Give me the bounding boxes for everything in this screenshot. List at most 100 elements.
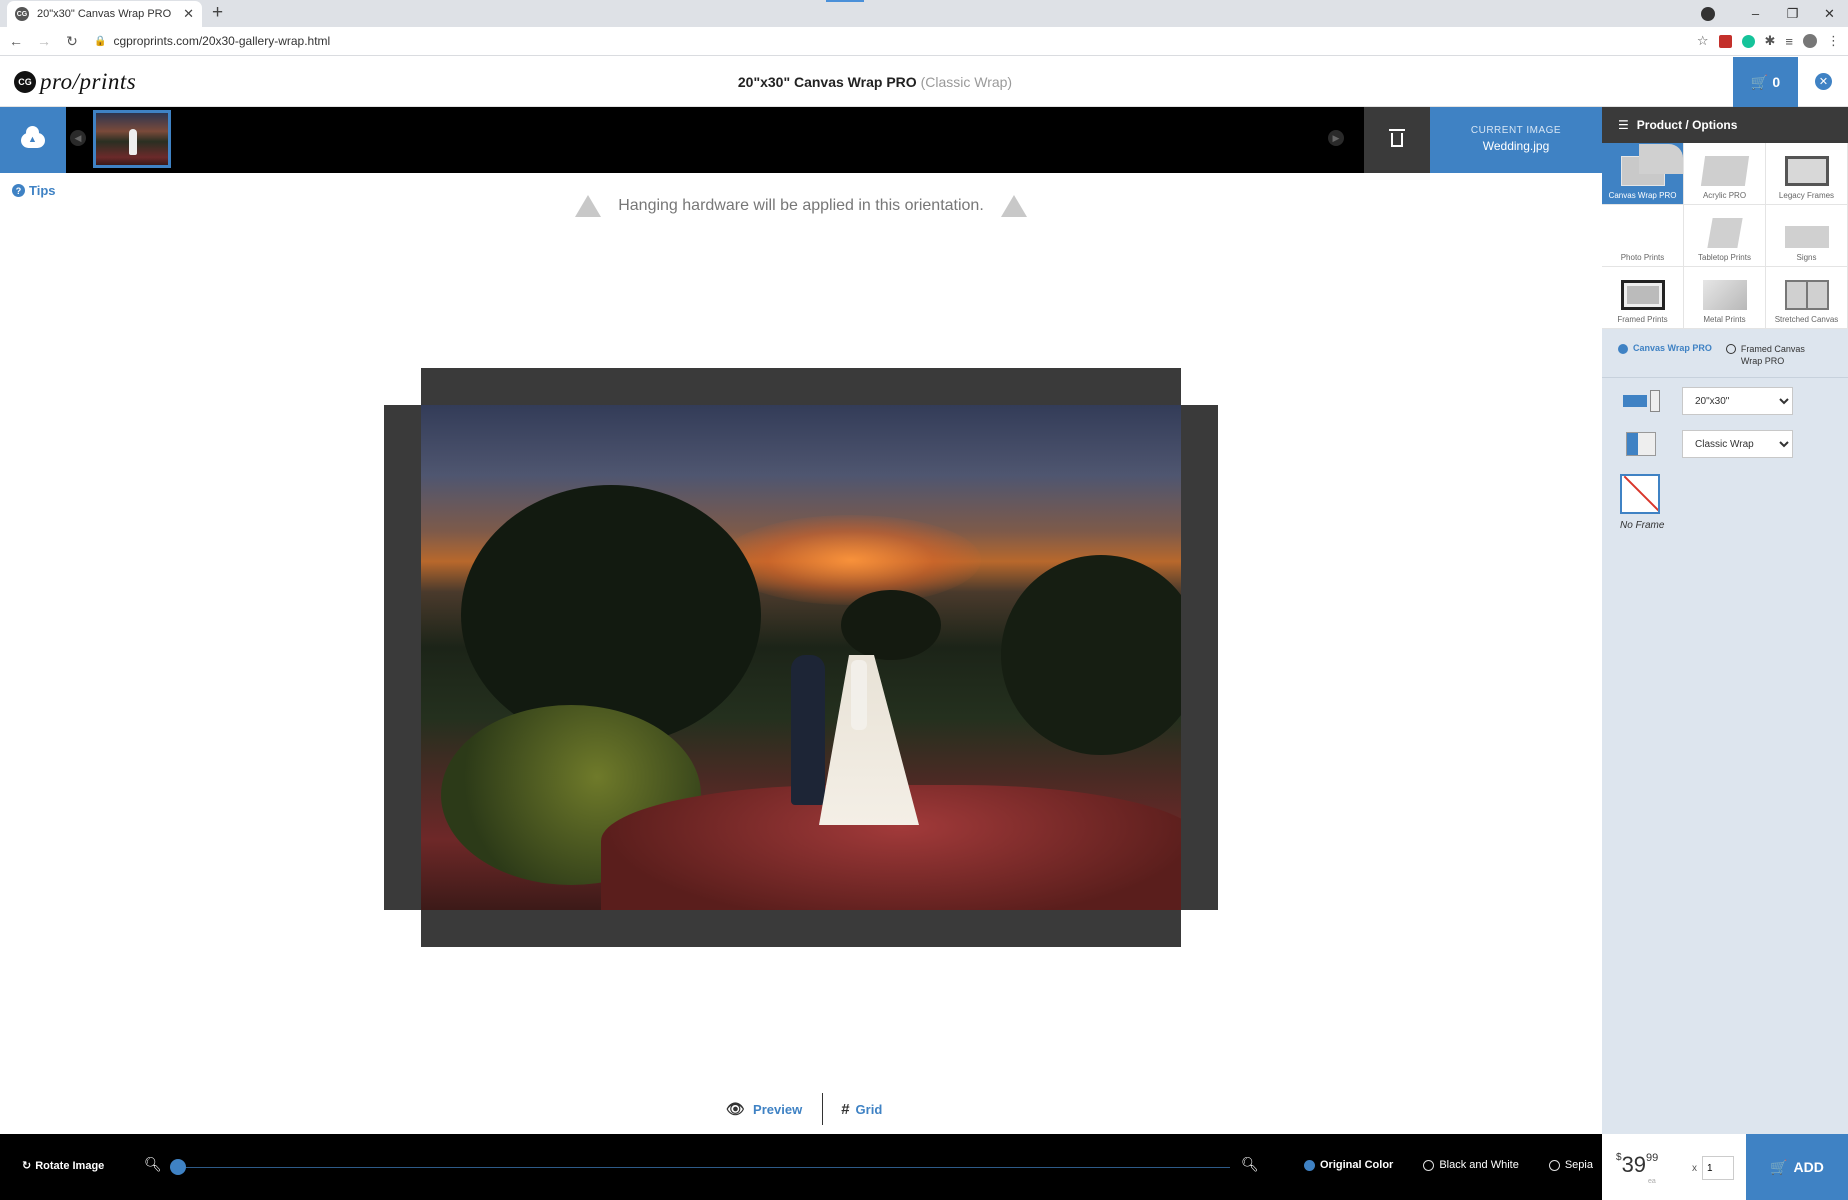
zoom-in-icon[interactable]: 🔍︎	[1241, 1156, 1259, 1173]
strip-next-icon[interactable]: ▶	[1328, 130, 1344, 146]
url-text: cgproprints.com/20x30-gallery-wrap.html	[113, 34, 331, 48]
zoom-out-icon[interactable]: 🔍︎	[144, 1156, 162, 1173]
window-close-icon[interactable]: ✕	[1811, 6, 1848, 22]
bookmark-star-icon[interactable]: ☆	[1697, 33, 1709, 49]
browser-menu-icon[interactable]: ⋮	[1827, 33, 1840, 49]
product-legacy-frames[interactable]: Legacy Frames	[1766, 143, 1848, 205]
zoom-slider[interactable]	[170, 1159, 1230, 1175]
wrap-select[interactable]: Classic Wrap	[1682, 430, 1793, 458]
canvas-preview[interactable]	[384, 368, 1218, 947]
product-metal-prints[interactable]: Metal Prints	[1684, 267, 1766, 329]
lock-icon: 🔒	[94, 35, 107, 47]
product-label: Stretched Canvas	[1774, 315, 1839, 324]
cart-button[interactable]: 🛒 0	[1733, 57, 1798, 107]
minimize-icon[interactable]: –	[1737, 6, 1774, 21]
grid-icon: #	[841, 1100, 850, 1118]
tab-title: 20"x30" Canvas Wrap PRO	[37, 8, 172, 20]
radio-icon	[1423, 1159, 1435, 1171]
sign-icon	[1784, 226, 1829, 248]
close-editor-icon[interactable]: ✕	[1815, 73, 1832, 90]
upload-button[interactable]	[0, 107, 66, 173]
product-label: Legacy Frames	[1778, 191, 1835, 200]
legacy-frame-icon	[1784, 156, 1829, 186]
color-option-bw[interactable]: Black and White	[1423, 1159, 1519, 1171]
metal-print-icon	[1702, 280, 1747, 310]
product-framed-prints[interactable]: Framed Prints	[1602, 267, 1684, 329]
product-label: Photo Prints	[1620, 253, 1665, 262]
radio-icon	[1304, 1159, 1315, 1171]
restore-icon[interactable]: ❐	[1774, 6, 1811, 22]
pdf-extension-icon[interactable]	[1718, 34, 1732, 48]
product-acrylic-pro[interactable]: Acrylic PRO	[1684, 143, 1766, 205]
no-frame-option[interactable]: No Frame	[1620, 474, 1664, 531]
no-frame-icon	[1620, 474, 1660, 514]
zoom-slider-handle[interactable]	[170, 1159, 186, 1175]
rotate-image-button[interactable]: ↻ Rotate Image	[22, 1159, 105, 1173]
preview-button[interactable]: Preview	[753, 1102, 802, 1117]
product-label: Canvas Wrap PRO	[1608, 191, 1677, 200]
wedding-photo[interactable]	[421, 405, 1181, 910]
reload-icon[interactable]: ↻	[60, 33, 84, 50]
trash-icon	[1389, 129, 1405, 147]
grid-button[interactable]: Grid	[856, 1102, 883, 1117]
add-label: ADD	[1793, 1159, 1824, 1175]
tips-link[interactable]: ? Tips	[12, 183, 56, 198]
suboption-label: Canvas Wrap PRO	[1633, 343, 1712, 353]
reading-list-icon[interactable]: ≡	[1785, 34, 1793, 49]
delete-image-button[interactable]	[1364, 107, 1430, 173]
sub-options: Canvas Wrap PRO Framed Canvas Wrap PRO	[1602, 329, 1848, 367]
favicon-icon: CG	[15, 7, 29, 21]
current-image-name: Wedding.jpg	[1482, 139, 1550, 153]
product-tabletop-prints[interactable]: Tabletop Prints	[1684, 205, 1766, 267]
color-option-original[interactable]: Original Color	[1304, 1159, 1393, 1171]
window-controls: – ❐ ✕	[1701, 0, 1848, 27]
forward-icon[interactable]: →	[32, 33, 56, 49]
product-grid: Canvas Wrap PRO Acrylic PRO Legacy Frame…	[1602, 143, 1848, 329]
price: $3999 ea	[1616, 1152, 1659, 1185]
size-select[interactable]: 20"x30"	[1682, 387, 1793, 415]
back-icon[interactable]: ←	[4, 33, 28, 49]
grammarly-extension-icon[interactable]	[1741, 34, 1755, 48]
suboption-canvas-wrap-pro[interactable]: Canvas Wrap PRO	[1618, 343, 1712, 367]
product-signs[interactable]: Signs	[1766, 205, 1848, 267]
url-field[interactable]: 🔒 cgproprints.com/20x30-gallery-wrap.htm…	[94, 34, 330, 48]
image-strip: ◀ ▶ CURRENT IMAGE Wedding.jpg	[0, 107, 1602, 173]
stretched-canvas-icon	[1784, 280, 1829, 310]
profile-dropdown-icon[interactable]	[1701, 6, 1715, 21]
price-cents: 99	[1646, 1152, 1659, 1164]
color-option-sepia[interactable]: Sepia	[1548, 1159, 1593, 1171]
view-toggle: 👁 Preview # Grid	[726, 1093, 882, 1125]
quantity-input[interactable]	[1702, 1156, 1734, 1180]
tab-close-icon[interactable]: ✕	[183, 6, 194, 22]
strip-prev-icon[interactable]: ◀	[70, 130, 86, 146]
panel-divider	[1602, 377, 1848, 378]
current-image-info: CURRENT IMAGE Wedding.jpg	[1430, 107, 1602, 173]
product-label: Signs	[1796, 253, 1817, 262]
photo-print-icon	[1639, 144, 1683, 174]
suboption-framed-canvas-wrap-pro[interactable]: Framed Canvas Wrap PRO	[1725, 343, 1814, 367]
account-avatar-icon[interactable]	[1803, 34, 1817, 48]
options-panel: ☰ Product / Options Canvas Wrap PRO Acry…	[1602, 107, 1848, 1200]
product-label: Acrylic PRO	[1702, 191, 1747, 200]
triangle-right-icon	[1001, 195, 1027, 217]
acrylic-icon	[1700, 156, 1749, 186]
new-tab-icon[interactable]: +	[212, 2, 223, 24]
address-bar: ← → ↻ 🔒 cgproprints.com/20x30-gallery-wr…	[0, 27, 1848, 56]
color-option-label: Black and White	[1439, 1159, 1519, 1171]
options-menu-icon: ☰	[1618, 118, 1629, 132]
extensions-puzzle-icon[interactable]: ✱	[1765, 33, 1776, 49]
orientation-hint: Hanging hardware will be applied in this…	[575, 195, 1027, 217]
rotate-label: Rotate Image	[35, 1159, 105, 1172]
product-photo-prints[interactable]: Photo Prints	[1602, 144, 1684, 267]
wrap-style-icon	[1618, 430, 1664, 458]
tips-label: Tips	[29, 183, 56, 198]
image-thumbnail[interactable]	[93, 110, 171, 168]
wrap-row: Classic Wrap	[1602, 424, 1848, 464]
browser-tab[interactable]: CG 20"x30" Canvas Wrap PRO ✕	[7, 1, 202, 27]
cart-icon: 🛒	[1770, 1158, 1788, 1175]
add-to-cart-button[interactable]: 🛒 ADD	[1746, 1134, 1848, 1200]
site-header: CG pro/prints 20"x30" Canvas Wrap PRO (C…	[0, 57, 1848, 107]
product-stretched-canvas[interactable]: Stretched Canvas	[1766, 267, 1848, 329]
tabletop-print-icon	[1706, 218, 1743, 248]
product-title: 20"x30" Canvas Wrap PRO	[737, 74, 917, 90]
